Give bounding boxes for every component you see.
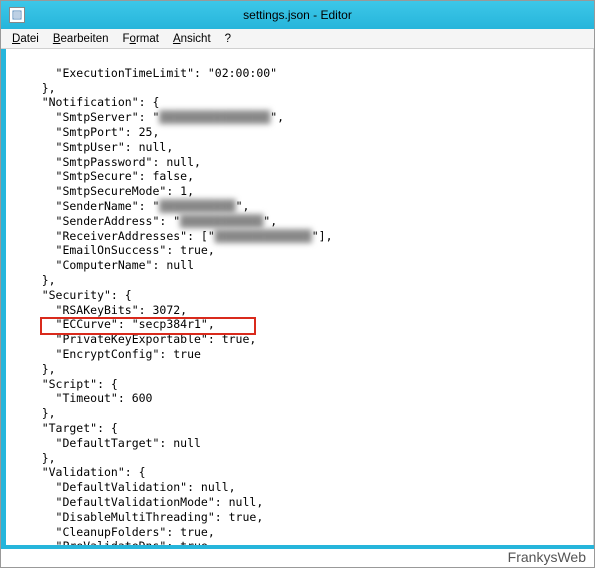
code-line: "ECCurve": "secp384r1",: [14, 317, 215, 331]
menu-view[interactable]: Ansicht: [166, 31, 218, 47]
code-line: "SenderAddress": ": [14, 214, 180, 228]
code-line: "RSAKeyBits": 3072,: [14, 303, 187, 317]
notepad-icon: [9, 7, 25, 23]
redacted-text: ████████████████: [159, 110, 270, 124]
code-line: },: [14, 406, 56, 420]
code-line: "SmtpSecure": false,: [14, 169, 194, 183]
code-line: "Script": {: [14, 377, 118, 391]
code-line: "EmailOnSuccess": true,: [14, 243, 215, 257]
code-line: ",: [263, 214, 277, 228]
code-line: "Timeout": 600: [14, 391, 152, 405]
menu-help[interactable]: ?: [218, 31, 238, 47]
watermark: FrankysWeb: [508, 549, 586, 565]
menu-format[interactable]: Format: [116, 31, 166, 47]
code-line: "DefaultTarget": null: [14, 436, 201, 450]
window-title: settings.json - Editor: [243, 8, 352, 22]
menubar: Datei Bearbeiten Format Ansicht ?: [1, 29, 594, 49]
code-line: },: [14, 273, 56, 287]
redacted-text: ██████████████: [215, 229, 312, 243]
code-line: "SenderName": ": [14, 199, 159, 213]
code-line: },: [14, 362, 56, 376]
code-line: "Notification": {: [14, 95, 159, 109]
code-line: "ReceiverAddresses": [": [14, 229, 215, 243]
code-line: },: [14, 451, 56, 465]
code-line: "DisableMultiThreading": true,: [14, 510, 263, 524]
code-line: "ExecutionTimeLimit": "02:00:00": [14, 66, 277, 80]
code-content[interactable]: "ExecutionTimeLimit": "02:00:00" }, "Not…: [6, 49, 593, 549]
code-line: "PrivateKeyExportable": true,: [14, 332, 256, 346]
code-line: "SmtpSecureMode": 1,: [14, 184, 194, 198]
code-line: ",: [236, 199, 250, 213]
code-line: "Security": {: [14, 288, 132, 302]
code-line: "],: [312, 229, 333, 243]
code-line: ",: [270, 110, 284, 124]
code-line: "SmtpServer": ": [14, 110, 159, 124]
code-line: },: [14, 81, 56, 95]
code-line: "SmtpPort": 25,: [14, 125, 159, 139]
menu-edit[interactable]: Bearbeiten: [46, 31, 116, 47]
code-line: "EncryptConfig": true: [14, 347, 201, 361]
editor-area[interactable]: "ExecutionTimeLimit": "02:00:00" }, "Not…: [1, 49, 594, 549]
code-line: "DefaultValidation": null,: [14, 480, 236, 494]
titlebar: settings.json - Editor: [1, 1, 594, 29]
code-line: "SmtpPassword": null,: [14, 155, 201, 169]
code-line: "Validation": {: [14, 465, 146, 479]
menu-file[interactable]: Datei: [5, 31, 46, 47]
code-line: "DefaultValidationMode": null,: [14, 495, 263, 509]
code-line: "SmtpUser": null,: [14, 140, 173, 154]
redacted-text: ███████████: [159, 199, 235, 213]
redacted-text: ████████████: [180, 214, 263, 228]
window-bottom-border: [1, 545, 594, 549]
code-line: "CleanupFolders": true,: [14, 525, 215, 539]
code-line: "ComputerName": null: [14, 258, 194, 272]
code-line: "Target": {: [14, 421, 118, 435]
